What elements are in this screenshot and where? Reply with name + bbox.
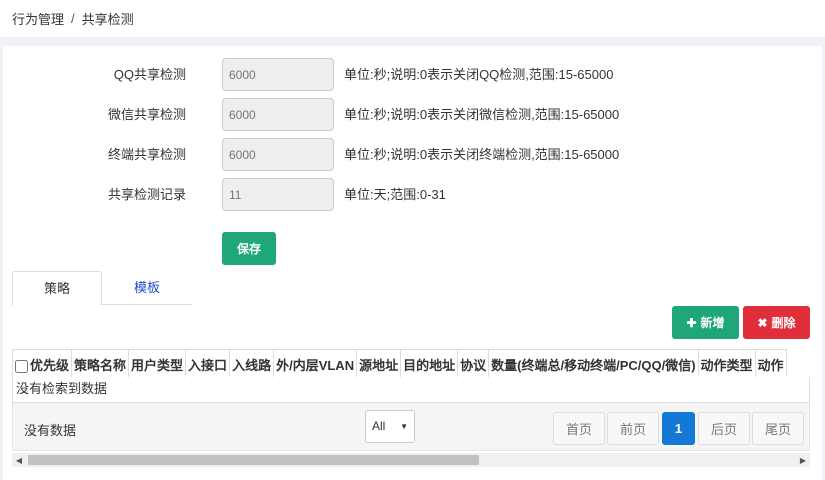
plus-icon: ✚ xyxy=(686,315,697,330)
next-page-button[interactable]: 后页 xyxy=(698,412,750,445)
prev-page-button[interactable]: 前页 xyxy=(607,412,659,445)
page-size-value: All xyxy=(372,419,386,433)
wechat-share-input[interactable] xyxy=(222,98,334,131)
add-button[interactable]: ✚ 新增 xyxy=(672,306,739,339)
table-footer: 没有数据 All ▼ 首页 前页 1 后页 尾页 xyxy=(12,403,810,451)
breadcrumb-separator: / xyxy=(71,11,75,26)
delete-button[interactable]: ✖ 删除 xyxy=(743,306,810,339)
delete-button-label: 删除 xyxy=(771,316,796,330)
column-protocol[interactable]: 协议 xyxy=(457,349,490,380)
column-user-type[interactable]: 用户类型 xyxy=(128,349,187,380)
column-dst-address[interactable]: 目的地址 xyxy=(400,349,459,380)
nodata-label: 没有数据 xyxy=(24,423,77,438)
table-header-row: 优先级 策略名称 用户类型 入接口 入线路 外/内层VLAN 源地址 目的地址 … xyxy=(12,349,787,380)
select-all-checkbox[interactable] xyxy=(15,360,28,374)
share-record-input[interactable] xyxy=(222,178,334,211)
form-row-wechat: 微信共享检测 单位:秒;说明:0表示关闭微信检测,范围:15-65000 xyxy=(3,98,803,132)
share-record-hint: 单位:天;范围:0-31 xyxy=(344,187,446,202)
page-1-button[interactable]: 1 xyxy=(662,412,695,445)
breadcrumb-parent[interactable]: 行为管理 xyxy=(12,9,64,28)
save-button[interactable]: 保存 xyxy=(222,232,276,265)
breadcrumb: 行为管理 / 共享检测 xyxy=(0,0,825,37)
column-action[interactable]: 动作 xyxy=(754,349,787,380)
qq-share-input[interactable] xyxy=(222,58,334,91)
tab-bar: 策略 模板 xyxy=(12,271,192,306)
horizontal-scrollbar[interactable]: ◀ ▶ xyxy=(12,453,810,467)
wechat-share-label: 微信共享检测 xyxy=(107,107,186,122)
scrollbar-thumb[interactable] xyxy=(28,455,479,465)
wechat-share-hint: 单位:秒;说明:0表示关闭微信检测,范围:15-65000 xyxy=(344,107,620,122)
add-button-label: 新增 xyxy=(700,316,725,330)
tab-template[interactable]: 模板 xyxy=(102,271,192,305)
qq-share-hint: 单位:秒;说明:0表示关闭QQ检测,范围:15-65000 xyxy=(344,67,614,82)
column-strategy-name[interactable]: 策略名称 xyxy=(71,349,130,380)
column-in-interface[interactable]: 入接口 xyxy=(185,349,231,380)
breadcrumb-current: 共享检测 xyxy=(81,12,134,27)
form-row-qq: QQ共享检测 单位:秒;说明:0表示关闭QQ检测,范围:15-65000 xyxy=(3,58,803,92)
column-priority[interactable]: 优先级 xyxy=(12,349,73,380)
terminal-share-label: 终端共享检测 xyxy=(107,147,186,162)
column-in-line[interactable]: 入线路 xyxy=(229,349,275,380)
qq-share-label: QQ共享检测 xyxy=(113,67,186,82)
first-page-button[interactable]: 首页 xyxy=(553,412,605,445)
column-vlan[interactable]: 外/内层VLAN xyxy=(273,349,358,380)
page-size-select[interactable]: All ▼ xyxy=(365,410,415,443)
scroll-right-arrow-icon[interactable]: ▶ xyxy=(796,453,810,467)
times-icon: ✖ xyxy=(757,315,768,330)
terminal-share-hint: 单位:秒;说明:0表示关闭终端检测,范围:15-65000 xyxy=(344,147,620,162)
column-count[interactable]: 数量(终端总/移动终端/PC/QQ/微信) xyxy=(488,349,699,380)
column-action-type[interactable]: 动作类型 xyxy=(697,349,756,380)
column-src-address[interactable]: 源地址 xyxy=(356,349,402,380)
tab-strategy[interactable]: 策略 xyxy=(12,271,102,306)
terminal-share-input[interactable] xyxy=(222,138,334,171)
form-row-terminal: 终端共享检测 单位:秒;说明:0表示关闭终端检测,范围:15-65000 xyxy=(3,138,803,172)
form-row-record: 共享检测记录 单位:天;范围:0-31 xyxy=(3,178,803,212)
scroll-left-arrow-icon[interactable]: ◀ xyxy=(12,453,26,467)
last-page-button[interactable]: 尾页 xyxy=(752,412,804,445)
empty-table-message: 没有检索到数据 xyxy=(12,377,810,403)
share-record-label: 共享检测记录 xyxy=(107,187,186,202)
main-panel: QQ共享检测 单位:秒;说明:0表示关闭QQ检测,范围:15-65000 微信共… xyxy=(3,46,822,480)
caret-down-icon: ▼ xyxy=(400,422,408,431)
